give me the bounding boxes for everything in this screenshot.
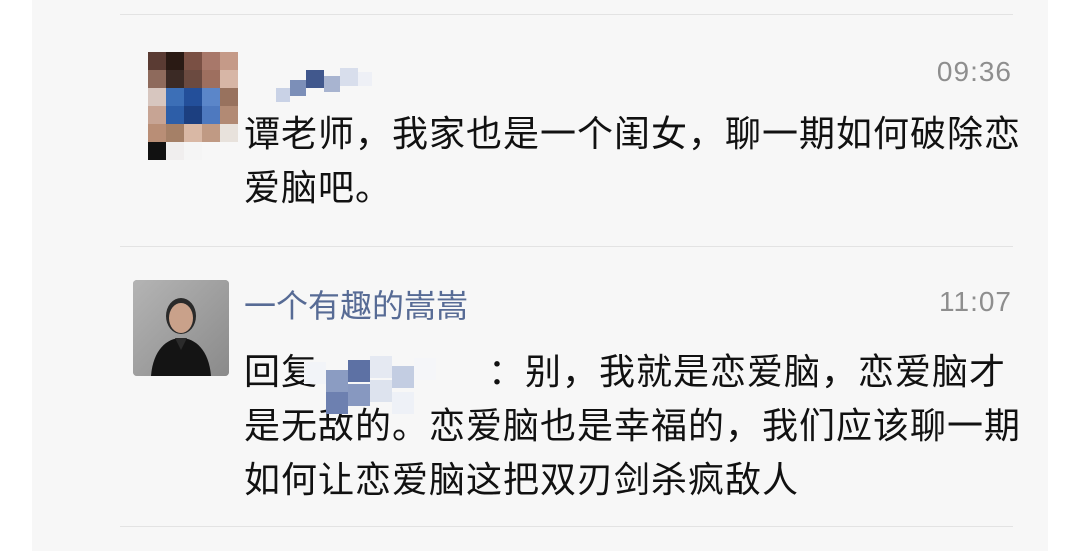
- divider-bottom: [120, 526, 1013, 527]
- avatar[interactable]: [133, 280, 229, 376]
- comment-time: 09:36: [936, 56, 1012, 87]
- divider-top: [120, 14, 1013, 15]
- avatar-pixelated[interactable]: [148, 52, 238, 160]
- comment-time: 11:07: [939, 286, 1012, 317]
- redacted-name: [270, 66, 380, 104]
- commenter-name[interactable]: 一个有趣的嵩嵩: [244, 284, 468, 328]
- redacted-reply-target: [304, 356, 454, 446]
- divider: [120, 246, 1013, 247]
- comment-text: 谭老师，我家也是一个闺女，聊一期如何破除恋爱脑吧。: [244, 114, 1022, 209]
